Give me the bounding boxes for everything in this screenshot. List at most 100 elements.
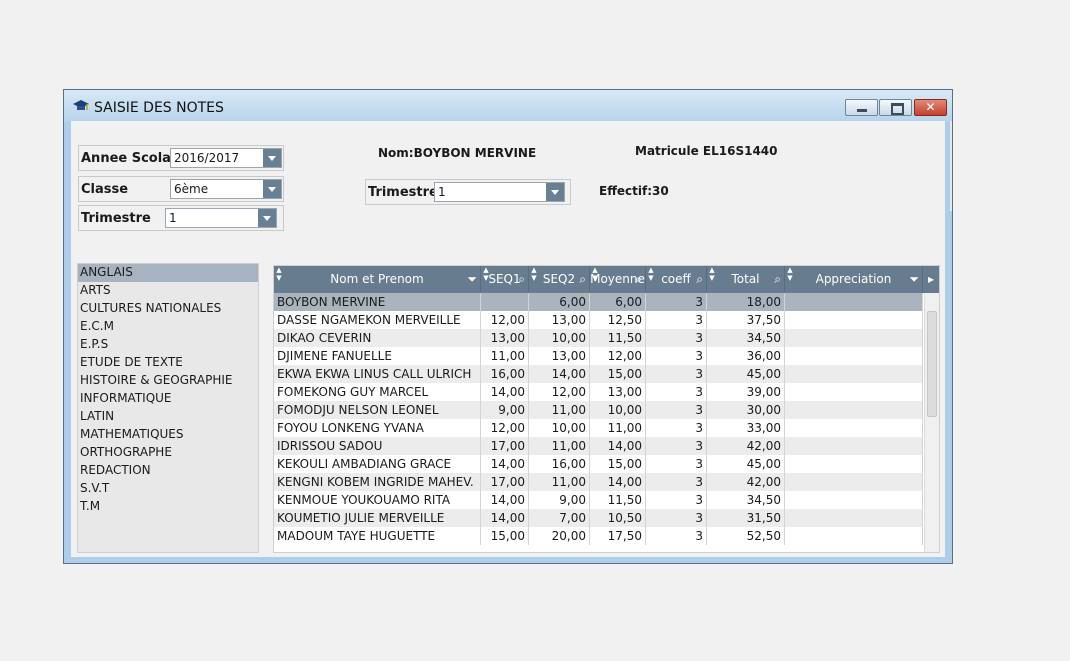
cell-total[interactable]: 36,00	[707, 347, 785, 365]
chevron-down-icon[interactable]	[263, 149, 281, 167]
table-row[interactable]: FOMEKONG GUY MARCEL 14,00 12,00 13,00 3 39,00	[274, 383, 923, 401]
cell-nom[interactable]: DJIMENE FANUELLE	[274, 347, 481, 365]
cell-moy[interactable]: 15,00	[590, 455, 646, 473]
cell-app[interactable]	[785, 527, 923, 545]
subject-item[interactable]: REDACTION	[78, 462, 258, 480]
cell-coeff[interactable]: 3	[646, 527, 707, 545]
minimize-button[interactable]	[845, 99, 878, 116]
cell-total[interactable]: 45,00	[707, 455, 785, 473]
filter-icon[interactable]: ⏷	[909, 266, 919, 293]
chevron-down-icon[interactable]	[546, 183, 564, 201]
cell-total[interactable]: 34,50	[707, 491, 785, 509]
cell-nom[interactable]: KOUMETIO JULIE MERVEILLE	[274, 509, 481, 527]
table-row[interactable]: KOUMETIO JULIE MERVEILLE 14,00 7,00 10,50 3 3…	[274, 509, 923, 527]
subject-item[interactable]: E.C.M	[78, 318, 258, 336]
subject-item[interactable]: ANGLAIS	[78, 264, 258, 282]
cell-nom[interactable]: BOYBON MERVINE	[274, 293, 481, 311]
cell-moy[interactable]: 13,00	[590, 383, 646, 401]
cell-nom[interactable]: EKWA EKWA LINUS CALL ULRICH	[274, 365, 481, 383]
cell-app[interactable]	[785, 455, 923, 473]
column-header-total[interactable]: ▲​▼ Total ⌕	[707, 266, 785, 293]
cell-seq1[interactable]: 14,00	[481, 491, 529, 509]
cell-moy[interactable]: 6,00	[590, 293, 646, 311]
cell-coeff[interactable]: 3	[646, 473, 707, 491]
sort-icon[interactable]: ▲​▼	[648, 266, 654, 282]
cell-seq2[interactable]: 11,00	[529, 473, 590, 491]
cell-coeff[interactable]: 3	[646, 311, 707, 329]
search-icon[interactable]: ⌕	[774, 266, 781, 293]
cell-seq1[interactable]: 16,00	[481, 365, 529, 383]
cell-app[interactable]	[785, 491, 923, 509]
search-icon[interactable]: ⌕	[635, 266, 642, 293]
cell-coeff[interactable]: 3	[646, 347, 707, 365]
table-row[interactable]: KENGNI KOBEM INGRIDE MAHEV. 17,00 11,00 14,…	[274, 473, 923, 491]
search-icon[interactable]: ⌕	[696, 266, 703, 293]
column-header-seq2[interactable]: ▲​▼ SEQ2 ⌕	[529, 266, 590, 293]
cell-seq2[interactable]: 6,00	[529, 293, 590, 311]
cell-seq1[interactable]: 17,00	[481, 473, 529, 491]
subject-item[interactable]: HISTOIRE & GEOGRAPHIE	[78, 372, 258, 390]
cell-moy[interactable]: 15,00	[590, 365, 646, 383]
cell-total[interactable]: 30,00	[707, 401, 785, 419]
sort-icon[interactable]: ▲​▼	[709, 266, 715, 282]
cell-seq2[interactable]: 7,00	[529, 509, 590, 527]
cell-coeff[interactable]: 3	[646, 455, 707, 473]
cell-nom[interactable]: KEKOULI AMBADIANG GRACE	[274, 455, 481, 473]
cell-seq1[interactable]: 13,00	[481, 329, 529, 347]
cell-total[interactable]: 39,00	[707, 383, 785, 401]
trimestre-combo-left[interactable]: 1	[165, 208, 277, 228]
table-row[interactable]: KEKOULI AMBADIANG GRACE 14,00 16,00 15,00 3 4…	[274, 455, 923, 473]
table-row[interactable]: KENMOUE YOUKOUAMO RITA 14,00 9,00 11,50 3 34,…	[274, 491, 923, 509]
cell-moy[interactable]: 12,00	[590, 347, 646, 365]
cell-moy[interactable]: 11,50	[590, 329, 646, 347]
cell-seq1[interactable]: 9,00	[481, 401, 529, 419]
scrollbar-thumb[interactable]	[927, 311, 937, 417]
subject-item[interactable]: ARTS	[78, 282, 258, 300]
subject-item[interactable]: ORTHOGRAPHE	[78, 444, 258, 462]
cell-seq2[interactable]: 10,00	[529, 329, 590, 347]
chevron-down-icon[interactable]	[258, 209, 276, 227]
cell-seq2[interactable]: 11,00	[529, 401, 590, 419]
table-row[interactable]: DJIMENE FANUELLE 11,00 13,00 12,00 3 36,00	[274, 347, 923, 365]
subject-item[interactable]: E.P.S	[78, 336, 258, 354]
cell-total[interactable]: 18,00	[707, 293, 785, 311]
cell-coeff[interactable]: 3	[646, 293, 707, 311]
cell-coeff[interactable]: 3	[646, 383, 707, 401]
cell-app[interactable]	[785, 419, 923, 437]
cell-nom[interactable]: MADOUM TAYE HUGUETTE	[274, 527, 481, 545]
subject-item[interactable]: MATHEMATIQUES	[78, 426, 258, 444]
sort-icon[interactable]: ▲​▼	[531, 266, 537, 282]
cell-seq1[interactable]: 14,00	[481, 455, 529, 473]
cell-moy[interactable]: 14,00	[590, 437, 646, 455]
cell-coeff[interactable]: 3	[646, 509, 707, 527]
cell-app[interactable]	[785, 473, 923, 491]
cell-total[interactable]: 33,00	[707, 419, 785, 437]
column-header-app[interactable]: ▲​▼ Appreciation ⏷	[785, 266, 923, 293]
cell-seq2[interactable]: 12,00	[529, 383, 590, 401]
vertical-scrollbar[interactable]	[924, 293, 939, 552]
cell-app[interactable]	[785, 293, 923, 311]
subject-item[interactable]: ETUDE DE TEXTE	[78, 354, 258, 372]
cell-moy[interactable]: 17,50	[590, 527, 646, 545]
cell-seq2[interactable]: 14,00	[529, 365, 590, 383]
cell-seq1[interactable]: 12,00	[481, 419, 529, 437]
cell-app[interactable]	[785, 509, 923, 527]
cell-nom[interactable]: KENGNI KOBEM INGRIDE MAHEV.	[274, 473, 481, 491]
cell-coeff[interactable]: 3	[646, 419, 707, 437]
cell-seq1[interactable]	[481, 293, 529, 311]
subject-item[interactable]: S.V.T	[78, 480, 258, 498]
cell-app[interactable]	[785, 347, 923, 365]
table-row[interactable]: DASSE NGAMEKON MERVEILLE 12,00 13,00 12,50 3…	[274, 311, 923, 329]
cell-nom[interactable]: DIKAO CEVERIN	[274, 329, 481, 347]
cell-coeff[interactable]: 3	[646, 437, 707, 455]
cell-app[interactable]	[785, 329, 923, 347]
table-row[interactable]: EKWA EKWA LINUS CALL ULRICH 16,00 14,00 15,…	[274, 365, 923, 383]
sort-icon[interactable]: ▲​▼	[592, 266, 598, 282]
cell-app[interactable]	[785, 365, 923, 383]
title-bar[interactable]: SAISIE DES NOTES ✕	[64, 90, 952, 122]
cell-coeff[interactable]: 3	[646, 401, 707, 419]
cell-total[interactable]: 45,00	[707, 365, 785, 383]
cell-seq2[interactable]: 9,00	[529, 491, 590, 509]
column-header-coeff[interactable]: ▲​▼ coeff ⌕	[646, 266, 707, 293]
cell-moy[interactable]: 14,00	[590, 473, 646, 491]
